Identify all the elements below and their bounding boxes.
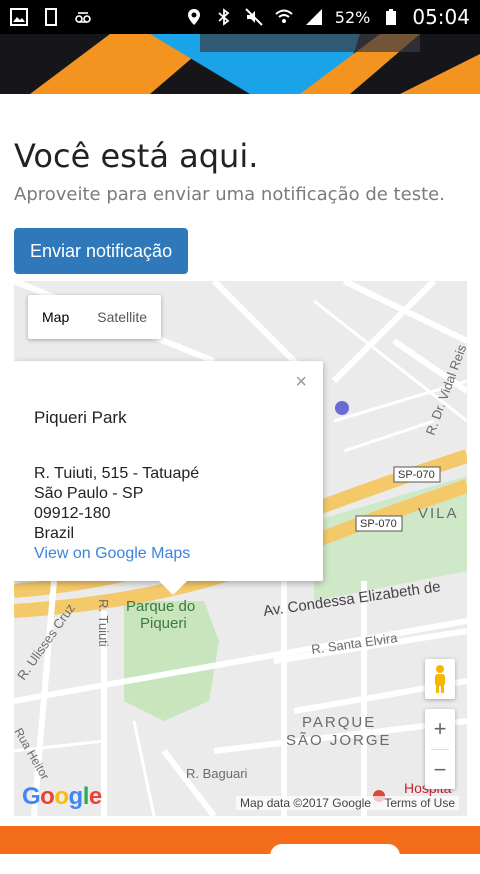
map-label-park: Parque do [126,598,195,615]
map-label-vila: VILA [418,505,459,522]
send-notification-button[interactable]: Enviar notificação [14,228,189,274]
wifi-icon [275,9,293,23]
map-attribution: Map data ©2017 Google Terms of Use [236,796,459,810]
route-shield-sp070b: SP-070 [355,515,403,532]
poi-marker[interactable] [335,401,349,415]
google-logo[interactable]: Google [22,783,102,811]
battery-percent: 52% [334,7,371,27]
status-bar: 52% 05:04 [0,0,480,34]
place-address: R. Tuiuti, 515 - Tatuapé São Paulo - SP … [34,464,199,544]
svg-text:SP-070: SP-070 [398,469,435,481]
zoom-control: + − [425,709,455,789]
voicemail-icon [75,12,91,23]
banner-graphic [0,34,480,94]
footer-bar [0,826,480,874]
image-icon [10,8,28,26]
zoom-out-button[interactable]: − [425,750,455,790]
route-shield-sp070a: SP-070 [393,466,441,483]
terms-of-use-link[interactable]: Terms of Use [384,796,455,810]
address-line: 09912-180 [34,505,111,522]
location-icon [187,9,200,25]
map-data-text: Map data ©2017 Google [240,796,371,810]
battery-icon [386,9,397,25]
footer-pill[interactable] [270,844,400,874]
header-banner [0,34,480,94]
zoom-in-button[interactable]: + [425,709,455,749]
sim-icon [45,8,57,26]
page-subtitle: Aproveite para enviar uma notificação de… [14,184,445,205]
signal-icon [305,9,322,25]
address-line: R. Tuiuti, 515 - Tatuapé [34,465,200,482]
pegman-icon[interactable] [425,659,455,699]
page-title: Você está aqui. [14,137,259,175]
close-icon[interactable]: × [295,371,307,394]
address-line: São Paulo - SP [34,485,144,502]
info-window-tail [159,581,187,595]
bluetooth-icon [218,8,230,26]
view-on-google-maps-link[interactable]: View on Google Maps [34,545,190,563]
main-content: Você está aqui. Aproveite para enviar um… [14,94,466,274]
map-label-tuiuti: R. Tuiuti [96,599,111,647]
map-type-map[interactable]: Map [28,295,83,339]
clock: 05:04 [412,5,470,29]
info-window: × Piqueri Park R. Tuiuti, 515 - Tatuapé … [14,361,323,595]
map-label-parque: PARQUE [302,714,376,731]
mute-icon [245,8,263,26]
svg-text:SP-070: SP-070 [360,518,397,530]
map-type-satellite[interactable]: Satellite [83,295,161,339]
map[interactable]: Parque do Piqueri Av. Condessa Elizabeth… [14,281,467,816]
map-label-park2: Piqueri [140,615,187,632]
map-label-sao-jorge: SÃO JORGE [286,732,392,749]
place-name: Piqueri Park [34,408,127,427]
map-type-control: Map Satellite [28,295,162,339]
map-label-baguari: R. Baguari [186,766,248,781]
address-line: Brazil [34,525,75,542]
